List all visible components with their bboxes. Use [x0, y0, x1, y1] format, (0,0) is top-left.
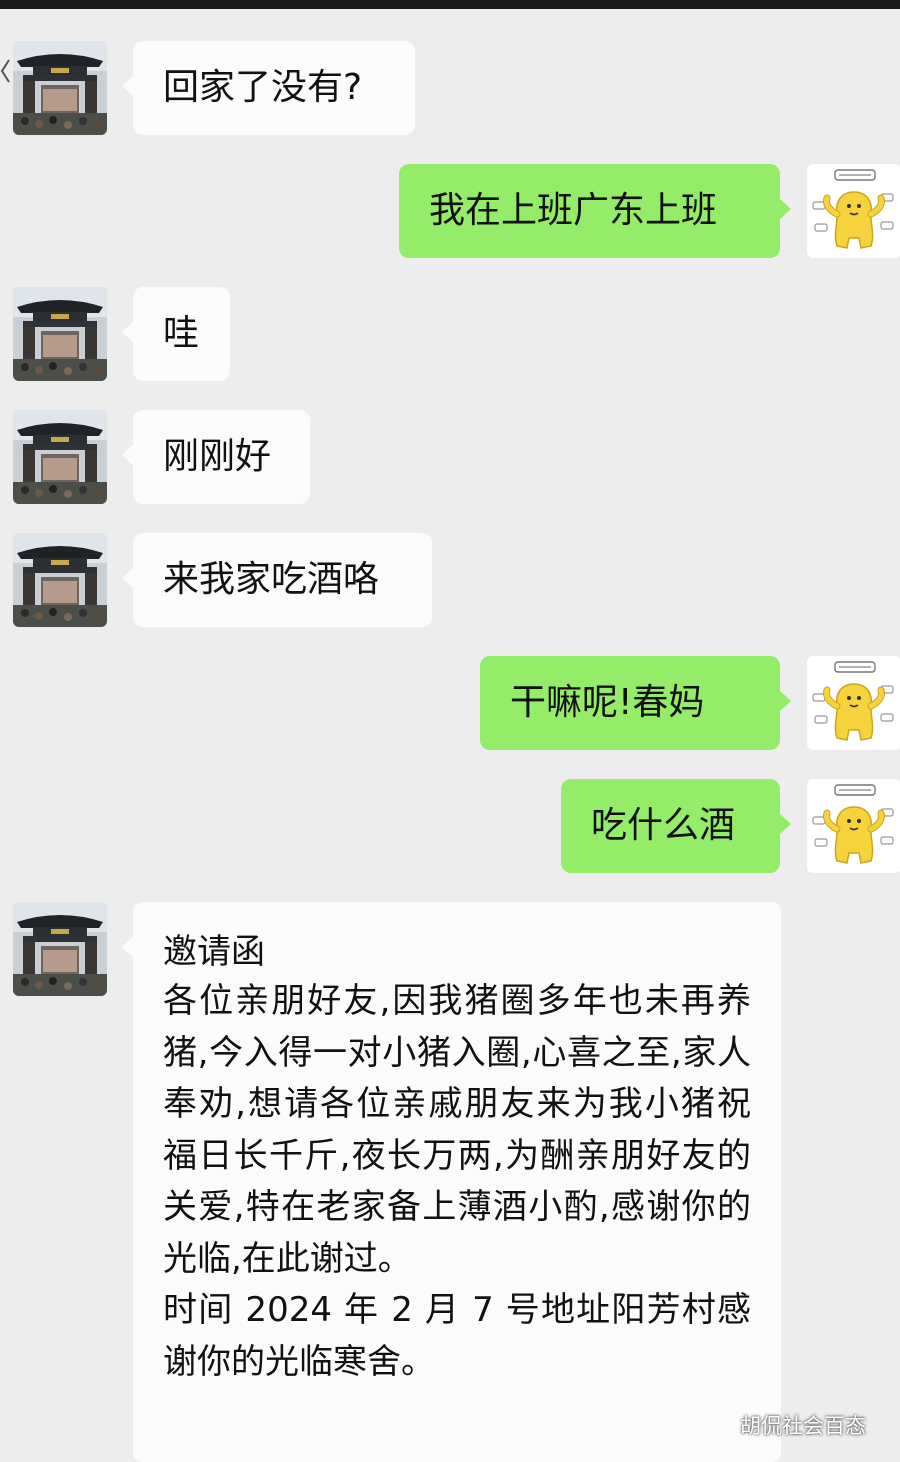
message-bubble-incoming[interactable]: 刚刚好 — [122, 410, 310, 504]
message-text: 刚刚好 — [163, 436, 272, 477]
invitation-body: 各位亲朋好友,因我猪圈多年也未再养猪,今入得一对小猪入圈,心喜之至,家人奉劝,想… — [163, 981, 751, 1382]
message-bubble-incoming[interactable]: 回家了没有? — [122, 41, 415, 135]
back-icon[interactable] — [0, 58, 10, 84]
contact-avatar[interactable] — [13, 41, 107, 135]
status-bar — [0, 0, 900, 9]
gate-photo-avatar-image — [13, 533, 107, 627]
gate-photo-avatar-image — [13, 902, 107, 996]
yellow-cartoon-avatar-image — [807, 164, 900, 258]
message-text: 来我家吃酒咯 — [163, 559, 380, 600]
message-text: 我在上班广东上班 — [429, 190, 718, 231]
contact-avatar[interactable] — [13, 410, 107, 504]
contact-avatar[interactable] — [13, 287, 107, 381]
my-avatar[interactable] — [807, 656, 900, 750]
contact-avatar[interactable] — [13, 902, 107, 996]
invitation-title: 邀请函 — [163, 932, 265, 972]
message-text: 吃什么酒 — [591, 805, 736, 846]
my-avatar[interactable] — [807, 164, 900, 258]
message-bubble-outgoing[interactable]: 干嘛呢!春妈 — [480, 656, 791, 750]
message-text: 干嘛呢!春妈 — [510, 682, 705, 723]
gate-photo-avatar-image — [13, 410, 107, 504]
message-bubble-incoming[interactable]: 来我家吃酒咯 — [122, 533, 432, 627]
my-avatar[interactable] — [807, 779, 900, 873]
message-text: 回家了没有? — [163, 67, 363, 108]
yellow-cartoon-avatar-image — [807, 779, 900, 873]
yellow-cartoon-avatar-image — [807, 656, 900, 750]
message-text: 哇 — [163, 313, 200, 354]
watermark: 胡侃社会百态 — [740, 1414, 866, 1438]
message-bubble-outgoing[interactable]: 我在上班广东上班 — [399, 164, 791, 258]
message-bubble-incoming[interactable]: 哇 — [122, 287, 230, 381]
message-bubble-outgoing[interactable]: 吃什么酒 — [561, 779, 791, 873]
gate-photo-avatar-image — [13, 287, 107, 381]
gate-photo-avatar-image — [13, 41, 107, 135]
invitation-message-bubble[interactable]: 邀请函 各位亲朋好友,因我猪圈多年也未再养猪,今入得一对小猪入圈,心喜之至,家人… — [122, 902, 781, 1462]
contact-avatar[interactable] — [13, 533, 107, 627]
